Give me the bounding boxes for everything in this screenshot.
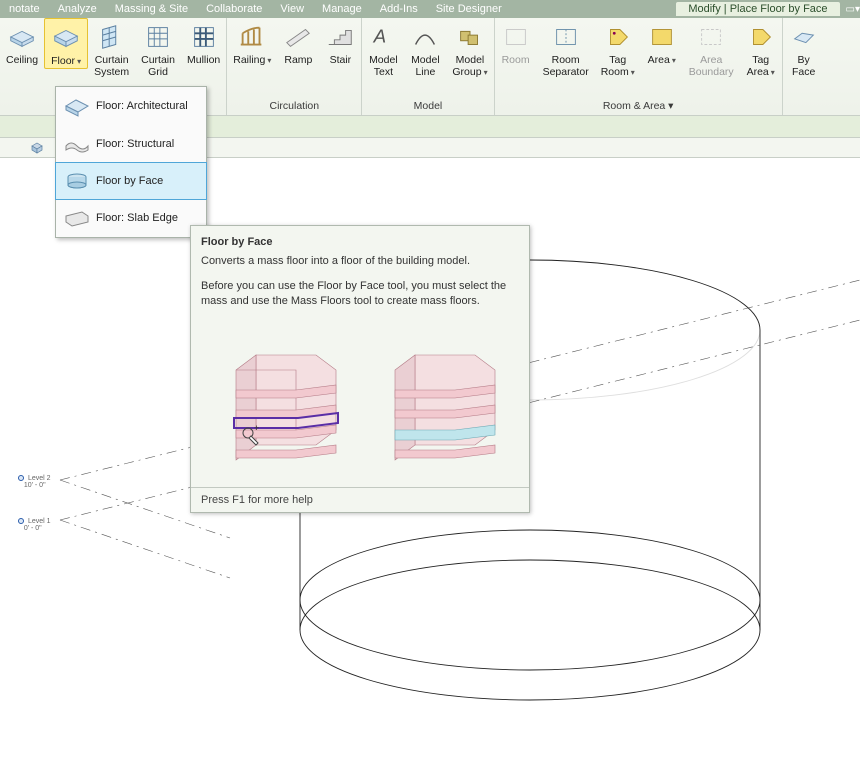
ramp-icon xyxy=(283,22,313,52)
tooltip-line-2: Before you can use the Floor by Face too… xyxy=(201,279,519,309)
area-boundary-icon xyxy=(696,22,726,52)
curtain-grid-label: Curtain Grid xyxy=(141,54,175,78)
menu-collaborate[interactable]: Collaborate xyxy=(197,2,271,16)
area-label: Area xyxy=(648,54,676,67)
panel-model-caption: Model xyxy=(362,98,493,115)
ramp-label: Ramp xyxy=(284,54,312,66)
room-label: Room xyxy=(502,54,530,66)
room-icon xyxy=(501,22,531,52)
floor-button[interactable]: Floor xyxy=(44,18,88,69)
model-text-icon: A xyxy=(368,22,398,52)
level-2-name: Level 2 xyxy=(28,475,51,482)
contextual-tab-title[interactable]: Modify | Place Floor by Face xyxy=(676,2,839,16)
level-2-marker[interactable]: Level 2 10' - 0" xyxy=(18,475,51,489)
level-head-icon xyxy=(18,518,24,524)
area-boundary-button: Area Boundary xyxy=(683,18,740,78)
mullion-button[interactable]: Mullion xyxy=(181,18,226,66)
ceiling-icon xyxy=(7,22,37,52)
floor-icon xyxy=(51,23,81,53)
tag-area-icon xyxy=(746,22,776,52)
tag-area-button[interactable]: Tag Area xyxy=(740,18,782,79)
dropdown-item-label: Floor by Face xyxy=(96,175,163,187)
panel-face-caption xyxy=(783,98,825,115)
dropdown-floor-slab-edge[interactable]: Floor: Slab Edge xyxy=(56,199,206,237)
menu-view[interactable]: View xyxy=(271,2,313,16)
room-separator-label: Room Separator xyxy=(543,54,589,78)
floor-by-face-icon xyxy=(64,169,90,193)
stair-label: Stair xyxy=(330,54,352,66)
railing-icon xyxy=(237,22,267,52)
level-head-icon xyxy=(18,475,24,481)
dropdown-item-label: Floor: Slab Edge xyxy=(96,212,178,224)
dropdown-item-label: Floor: Structural xyxy=(96,138,174,150)
panel-room-area-caption[interactable]: Room & Area ▾ xyxy=(495,98,782,115)
level-1-marker[interactable]: Level 1 0' - 0" xyxy=(18,518,51,532)
curtain-system-button[interactable]: Curtain System xyxy=(88,18,135,78)
dropdown-floor-structural[interactable]: Floor: Structural xyxy=(56,125,206,163)
panel-circulation-caption: Circulation xyxy=(227,98,361,115)
room-separator-icon xyxy=(551,22,581,52)
menu-site-designer[interactable]: Site Designer xyxy=(427,2,511,16)
menu-massing-site[interactable]: Massing & Site xyxy=(106,2,197,16)
level-1-name: Level 1 xyxy=(28,518,51,525)
menu-add-ins[interactable]: Add-Ins xyxy=(371,2,427,16)
svg-text:A: A xyxy=(373,26,387,47)
tag-room-icon xyxy=(603,22,633,52)
level-1-elev: 0' - 0" xyxy=(24,525,42,532)
dropdown-floor-by-face[interactable]: Floor by Face xyxy=(55,162,207,200)
curtain-system-label: Curtain System xyxy=(94,54,129,78)
ceiling-label: Ceiling xyxy=(6,54,38,66)
model-text-button[interactable]: A Model Text xyxy=(362,18,404,78)
dropdown-item-label: Floor: Architectural xyxy=(96,100,188,112)
tooltip: Floor by Face Converts a mass floor into… xyxy=(190,225,530,513)
room-separator-button[interactable]: Room Separator xyxy=(537,18,595,78)
tag-room-label: Tag Room xyxy=(601,54,635,79)
railing-label: Railing xyxy=(233,54,271,67)
dropdown-floor-architectural[interactable]: Floor: Architectural xyxy=(56,87,206,125)
area-button[interactable]: Area xyxy=(641,18,683,67)
menu-manage[interactable]: Manage xyxy=(313,2,371,16)
stair-button[interactable]: Stair xyxy=(319,18,361,66)
model-line-button[interactable]: Model Line xyxy=(404,18,446,78)
room-button: Room xyxy=(495,18,537,66)
model-line-icon xyxy=(410,22,440,52)
model-group-icon xyxy=(455,22,485,52)
menu-bar: notate Analyze Massing & Site Collaborat… xyxy=(0,0,860,18)
model-group-label: Model Group xyxy=(452,54,487,79)
tooltip-line-1: Converts a mass floor into a floor of th… xyxy=(201,254,519,269)
type-selector-icon xyxy=(30,141,44,155)
curtain-grid-icon xyxy=(143,22,173,52)
floor-label: Floor xyxy=(51,55,81,68)
tooltip-illustration: + xyxy=(191,329,529,487)
mullion-label: Mullion xyxy=(187,54,220,66)
railing-button[interactable]: Railing xyxy=(227,18,277,67)
curtain-grid-button[interactable]: Curtain Grid xyxy=(135,18,181,78)
by-face-button[interactable]: By Face xyxy=(783,18,825,78)
model-group-button[interactable]: Model Group xyxy=(446,18,493,79)
level-2-elev: 10' - 0" xyxy=(24,482,46,489)
ribbon-state-icon[interactable]: ▭▾ xyxy=(846,4,860,15)
mullion-icon xyxy=(189,22,219,52)
svg-text:+: + xyxy=(254,423,259,433)
by-face-icon xyxy=(789,22,819,52)
by-face-label: By Face xyxy=(792,54,815,78)
model-line-label: Model Line xyxy=(411,54,440,78)
floor-architectural-icon xyxy=(64,94,90,118)
tag-area-label: Tag Area xyxy=(747,54,775,79)
ramp-button[interactable]: Ramp xyxy=(277,18,319,66)
tooltip-title: Floor by Face xyxy=(191,226,529,252)
curtain-system-icon xyxy=(97,22,127,52)
tag-room-button[interactable]: Tag Room xyxy=(595,18,641,79)
floor-structural-icon xyxy=(64,132,90,156)
area-icon xyxy=(647,22,677,52)
menu-annotate[interactable]: notate xyxy=(0,2,49,16)
floor-slab-edge-icon xyxy=(64,206,90,230)
ceiling-button[interactable]: Ceiling xyxy=(0,18,44,66)
area-boundary-label: Area Boundary xyxy=(689,54,734,78)
floor-dropdown: Floor: Architectural Floor: Structural F… xyxy=(55,86,207,238)
menu-analyze[interactable]: Analyze xyxy=(49,2,106,16)
stair-icon xyxy=(325,22,355,52)
model-text-label: Model Text xyxy=(369,54,398,78)
tooltip-footer: Press F1 for more help xyxy=(191,487,529,512)
